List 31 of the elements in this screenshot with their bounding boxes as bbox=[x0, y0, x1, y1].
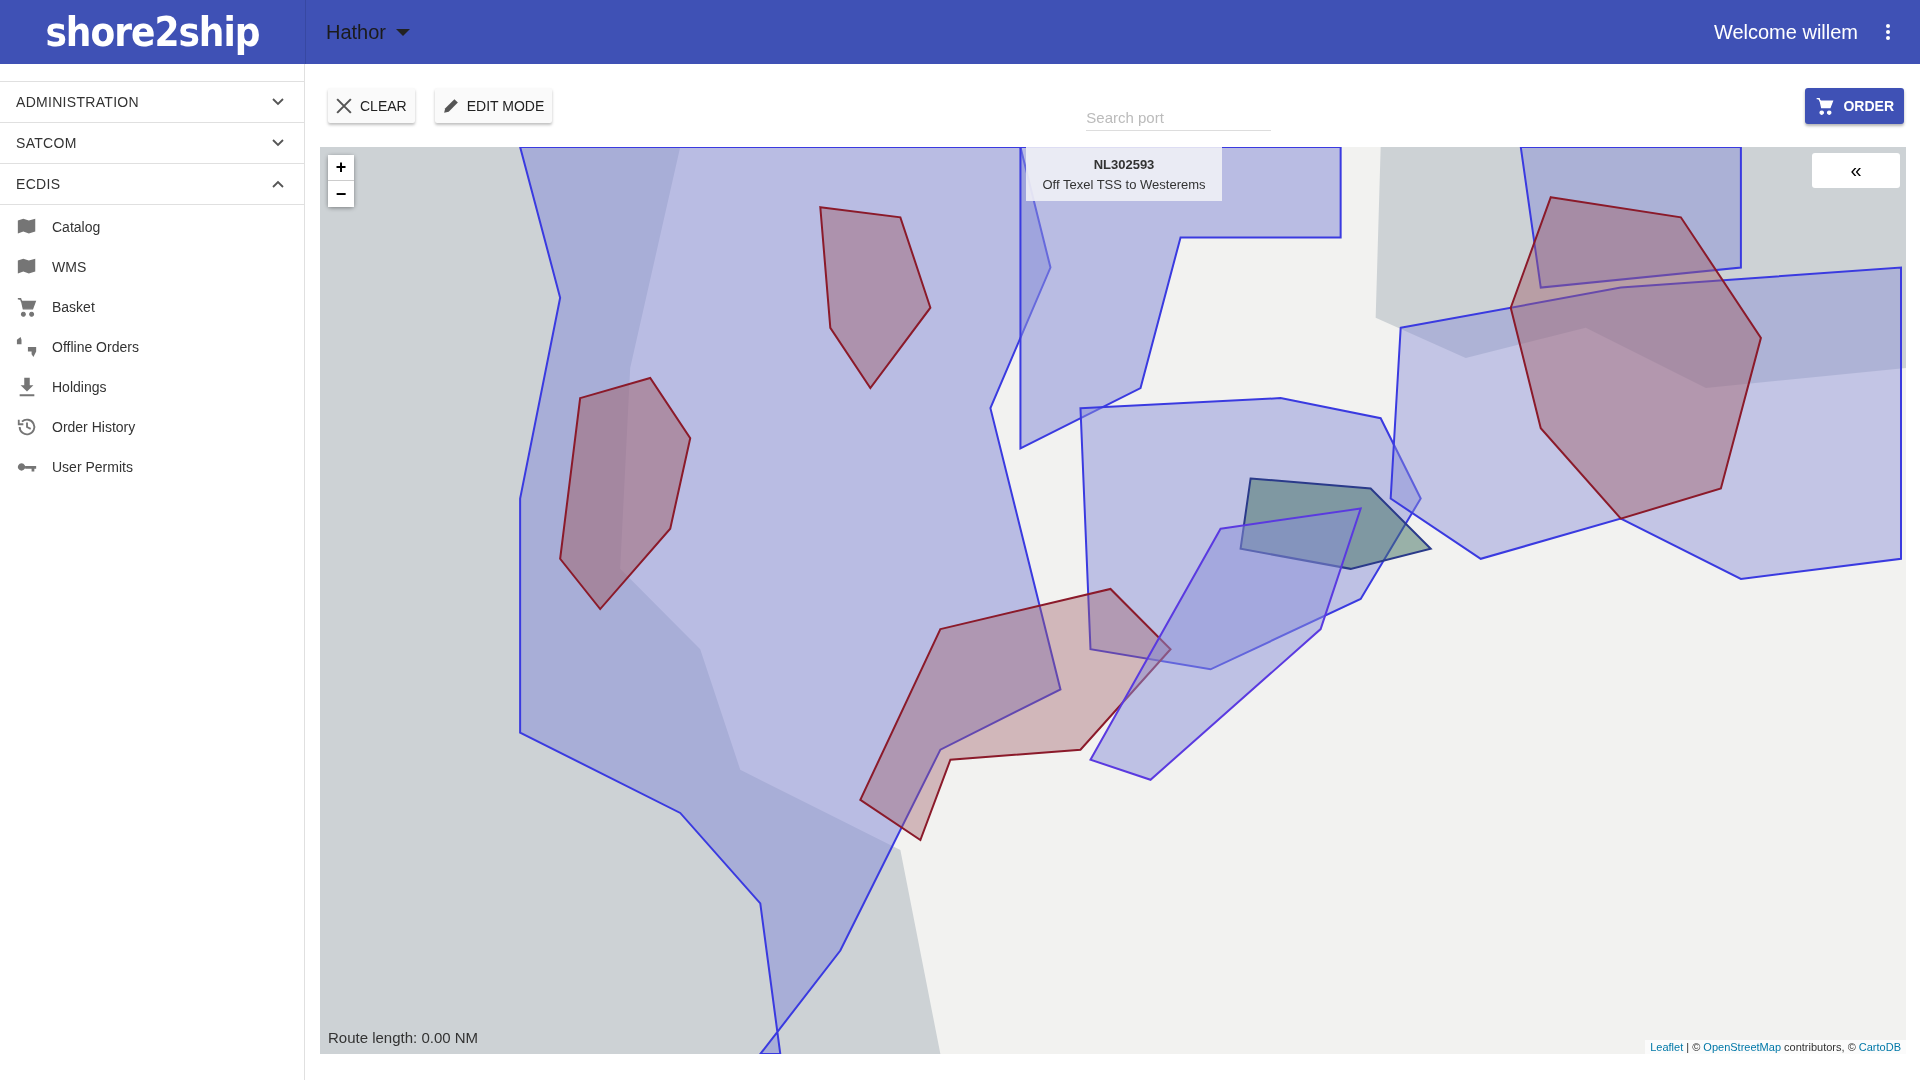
cart-icon bbox=[16, 296, 38, 318]
attribution-text: Leaflet | © OpenStreetMap contributors, © CartoDB bbox=[1645, 1040, 1906, 1054]
zoom-in-button[interactable]: + bbox=[328, 155, 354, 181]
chevron-down-icon bbox=[272, 139, 284, 147]
sidebar-item[interactable]: WMS bbox=[0, 247, 304, 287]
clear-button[interactable]: CLEAR bbox=[328, 88, 415, 123]
welcome-text: Welcome willem bbox=[1713, 20, 1858, 44]
sidebar-item[interactable]: Basket bbox=[0, 287, 304, 327]
chart-name: Off Texel TSS to Westerems bbox=[1042, 176, 1206, 192]
chevron-up-icon bbox=[272, 180, 284, 188]
attribution-link[interactable]: Leaflet bbox=[1650, 1041, 1684, 1053]
attribution-link[interactable]: OpenStreetMap bbox=[1703, 1041, 1781, 1053]
route-length-text: Route length: 0.00 NM bbox=[328, 1029, 479, 1046]
attribution-link[interactable]: CartoDB bbox=[1858, 1041, 1901, 1053]
collapse-panel-button[interactable]: « bbox=[1812, 153, 1900, 188]
order-button[interactable]: ORDER bbox=[1805, 87, 1904, 124]
zoom-out-button[interactable]: − bbox=[328, 181, 354, 207]
chart-code: NL302593 bbox=[1093, 156, 1155, 172]
pencil-icon bbox=[442, 97, 459, 114]
sidebar-item[interactable]: Catalog bbox=[0, 207, 304, 247]
edit-mode-button[interactable]: EDIT MODE bbox=[434, 88, 553, 123]
caret-icon bbox=[396, 28, 411, 36]
sidebar-item[interactable]: Order History bbox=[0, 407, 304, 447]
chevron-down-icon bbox=[272, 98, 284, 106]
logo: shore2ship bbox=[45, 9, 260, 55]
close-icon bbox=[336, 97, 352, 114]
sidebar-item[interactable]: Offline Orders bbox=[0, 327, 304, 367]
sidebar-item[interactable]: User Permits bbox=[0, 447, 304, 487]
sidebar-item[interactable]: Holdings bbox=[0, 367, 304, 407]
cart-icon bbox=[1815, 95, 1836, 116]
history-icon bbox=[16, 416, 38, 438]
